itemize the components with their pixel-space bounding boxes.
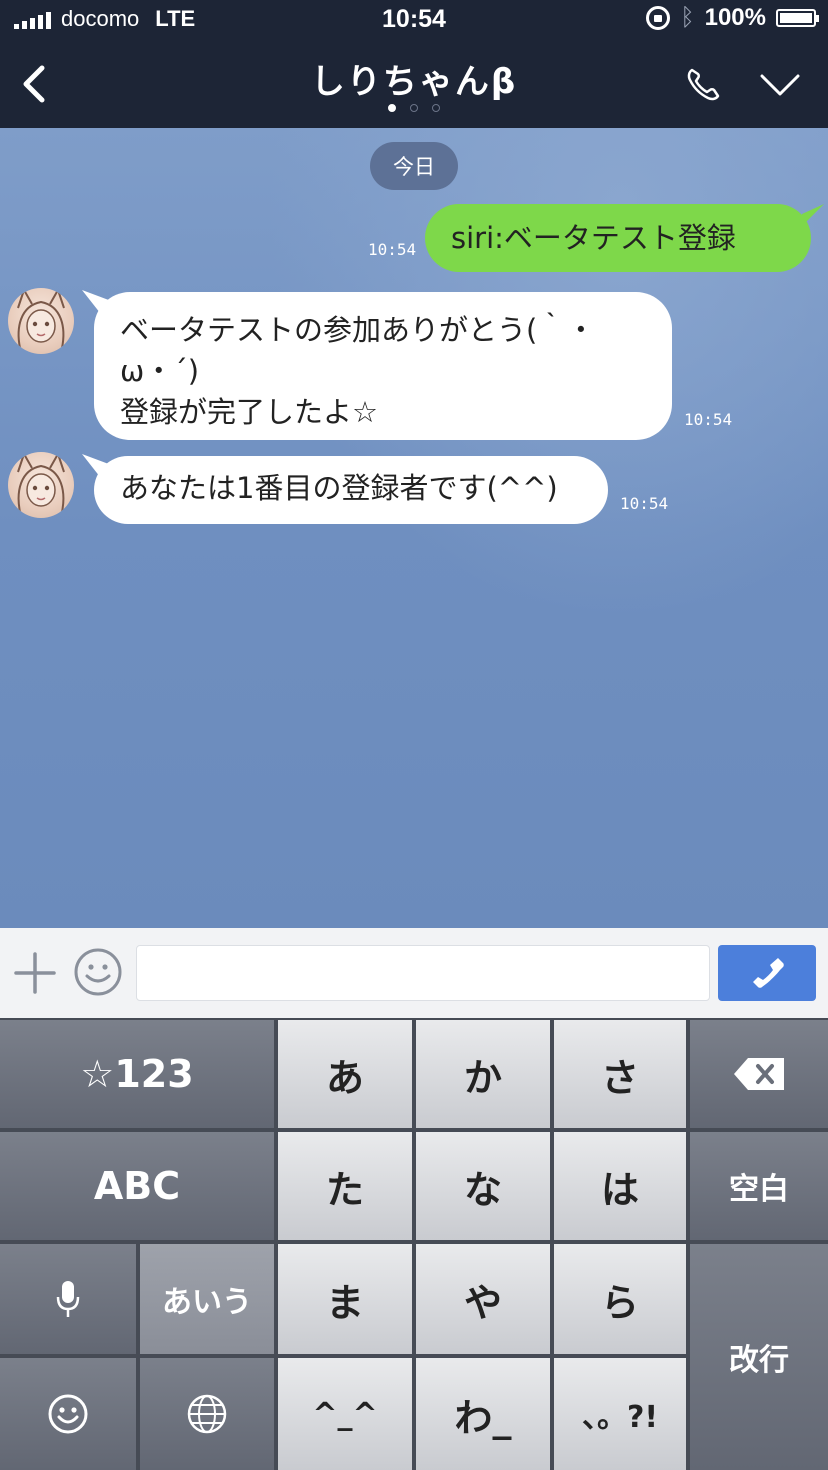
message-line: 登録が完了したよ☆ bbox=[120, 395, 378, 429]
microphone-icon bbox=[56, 1281, 80, 1317]
key-a[interactable]: あ bbox=[278, 1020, 412, 1128]
key-label: か bbox=[463, 1055, 502, 1100]
avatar-image bbox=[17, 452, 65, 513]
key-ka[interactable]: か bbox=[416, 1020, 550, 1128]
key-ya[interactable]: や bbox=[416, 1244, 550, 1354]
globe-key[interactable] bbox=[140, 1358, 274, 1470]
avatar[interactable] bbox=[8, 288, 74, 354]
key-label: な bbox=[463, 1167, 502, 1212]
plus-icon[interactable] bbox=[14, 952, 56, 994]
key-label: は bbox=[600, 1167, 639, 1212]
chat-header: しりちゃんβ bbox=[0, 40, 828, 128]
key-ma[interactable]: ま bbox=[278, 1244, 412, 1354]
key-ta[interactable]: た bbox=[278, 1132, 412, 1240]
emoji-key[interactable] bbox=[0, 1358, 136, 1470]
space-key[interactable]: 空白 bbox=[690, 1132, 828, 1240]
key-wa[interactable]: わ_ bbox=[416, 1358, 550, 1470]
message-input[interactable] bbox=[136, 945, 710, 1001]
page-indicator bbox=[0, 104, 828, 112]
date-divider: 今日 bbox=[370, 142, 458, 190]
my-message-bubble[interactable]: siri:ベータテスト登録 bbox=[425, 204, 811, 272]
chat-area[interactable]: 今日 10:54 siri:ベータテスト登録 ベータテストの参加ありがとう(｀・… bbox=[0, 128, 828, 928]
message-time: 10:54 bbox=[684, 410, 733, 429]
bluetooth-icon: ᛒ bbox=[680, 4, 695, 31]
key-punctuation[interactable]: 、。?! bbox=[554, 1358, 686, 1470]
key-label: あいう bbox=[162, 1285, 252, 1320]
bubble-tail bbox=[796, 204, 824, 232]
page-dot bbox=[410, 104, 418, 112]
avatar[interactable] bbox=[8, 452, 74, 518]
key-kaomoji[interactable]: ^_^ bbox=[278, 1358, 412, 1470]
key-ha[interactable]: は bbox=[554, 1132, 686, 1240]
key-label: 改行 bbox=[729, 1343, 789, 1378]
phone-icon[interactable] bbox=[684, 64, 724, 104]
emoji-icon bbox=[48, 1394, 88, 1434]
battery-percent: 100% bbox=[704, 4, 766, 31]
message-line: ベータテストの参加ありがとう(｀・ bbox=[120, 313, 596, 347]
key-label: ら bbox=[600, 1280, 639, 1325]
their-message-bubble[interactable]: あなたは1番目の登録者です(^^) bbox=[94, 456, 608, 524]
phone-icon bbox=[753, 958, 784, 988]
key-na[interactable]: な bbox=[416, 1132, 550, 1240]
key-label: 空白 bbox=[729, 1172, 789, 1207]
page-dot bbox=[432, 104, 440, 112]
key-label: ま bbox=[325, 1280, 364, 1325]
key-label: や bbox=[463, 1280, 502, 1325]
key-label: わ_ bbox=[454, 1395, 512, 1440]
message-time: 10:54 bbox=[620, 494, 669, 513]
kana-mode-key[interactable]: あいう bbox=[140, 1244, 274, 1354]
key-label: ☆123 bbox=[80, 1052, 194, 1096]
delete-key[interactable] bbox=[690, 1020, 828, 1128]
message-time: 10:54 bbox=[368, 240, 417, 259]
message-text: siri:ベータテスト登録 bbox=[451, 221, 736, 255]
emoji-icon[interactable] bbox=[72, 946, 124, 998]
return-key[interactable]: 改行 bbox=[690, 1244, 828, 1470]
chevron-down-icon[interactable] bbox=[758, 70, 802, 100]
symbols-key[interactable]: ☆123 bbox=[0, 1020, 274, 1128]
page-dot bbox=[388, 104, 396, 112]
battery-icon bbox=[776, 9, 819, 27]
key-label: ^_^ bbox=[312, 1396, 378, 1432]
keyboard: ☆123 あ か さ ABC た な は 空白 あいう ま や ら 改行 ^_^… bbox=[0, 1018, 828, 1470]
key-label: た bbox=[325, 1167, 364, 1212]
status-bar: docomo LTE 10:54 ᛒ 100% bbox=[0, 0, 828, 40]
key-sa[interactable]: さ bbox=[554, 1020, 686, 1128]
key-ra[interactable]: ら bbox=[554, 1244, 686, 1354]
backspace-icon bbox=[734, 1058, 784, 1090]
dictation-key[interactable] bbox=[0, 1244, 136, 1354]
message-line: ω・´) bbox=[120, 354, 200, 388]
key-label: ABC bbox=[93, 1164, 181, 1208]
rotation-lock-icon bbox=[646, 6, 671, 30]
their-message-bubble[interactable]: ベータテストの参加ありがとう(｀・ ω・´) 登録が完了したよ☆ bbox=[94, 292, 672, 440]
key-label: さ bbox=[600, 1055, 639, 1100]
message-text: あなたは1番目の登録者です(^^) bbox=[120, 471, 558, 505]
abc-key[interactable]: ABC bbox=[0, 1132, 274, 1240]
call-button[interactable] bbox=[718, 945, 816, 1001]
key-label: 、。?! bbox=[581, 1400, 659, 1435]
avatar-image bbox=[17, 288, 65, 349]
key-label: あ bbox=[325, 1055, 364, 1100]
globe-icon bbox=[187, 1394, 227, 1434]
